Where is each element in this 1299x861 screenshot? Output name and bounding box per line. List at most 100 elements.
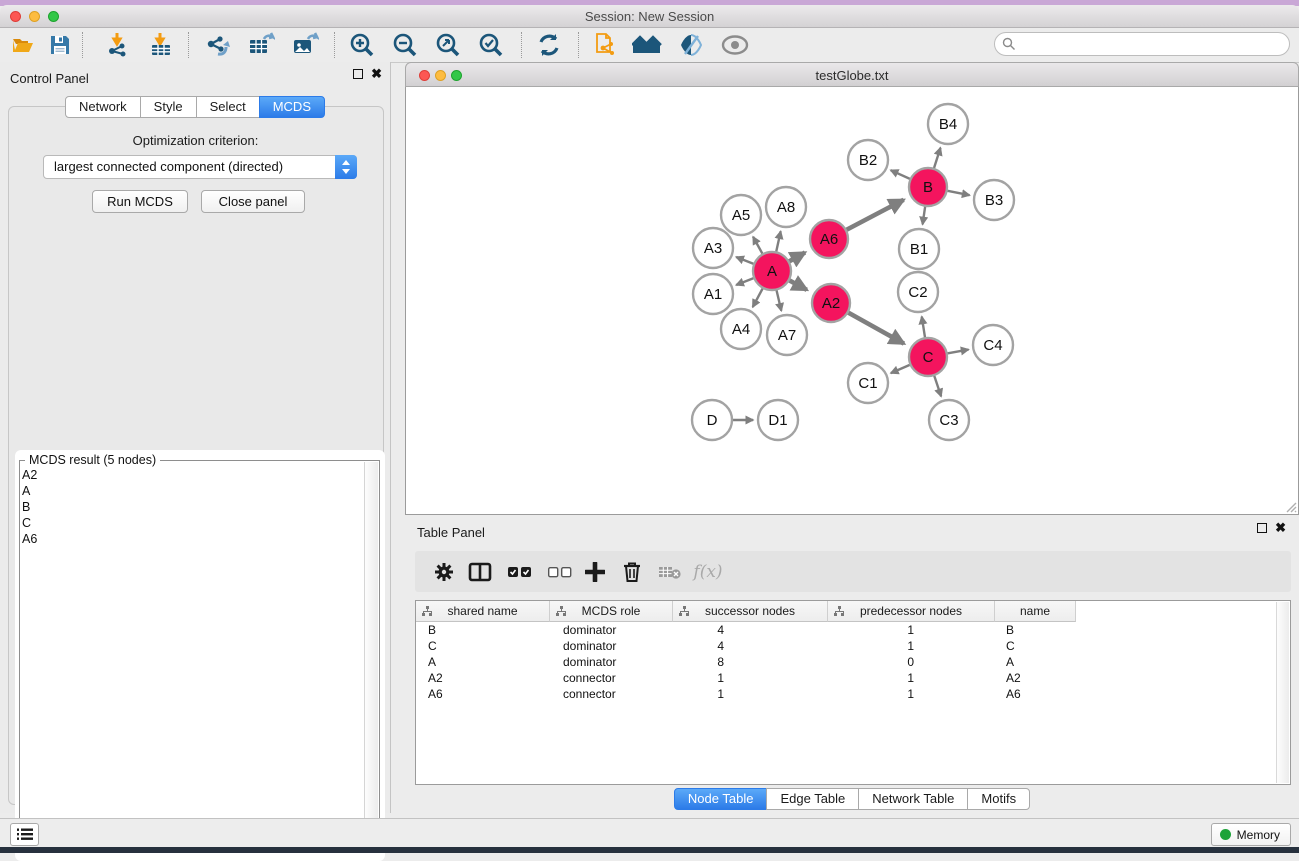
refresh-icon[interactable] bbox=[534, 30, 564, 60]
zoom-out-icon[interactable] bbox=[390, 30, 420, 60]
table-cell[interactable]: 1 bbox=[828, 622, 995, 638]
graph-edge-A-A3[interactable] bbox=[736, 257, 755, 264]
column-header-shared-name[interactable]: shared name bbox=[416, 601, 550, 622]
table-cell[interactable]: A6 bbox=[416, 686, 550, 702]
table-cell[interactable]: 1 bbox=[828, 670, 995, 686]
table-cell[interactable]: 0 bbox=[828, 654, 995, 670]
table-row[interactable]: Bdominator41B bbox=[416, 622, 1290, 638]
graph-edge-A6-B[interactable] bbox=[845, 200, 904, 231]
table-row[interactable]: Cdominator41C bbox=[416, 638, 1290, 654]
table-row[interactable]: A6connector11A6 bbox=[416, 686, 1290, 702]
table-scrollbar[interactable] bbox=[1276, 602, 1289, 783]
export-image-icon[interactable] bbox=[290, 30, 320, 60]
run-mcds-button[interactable]: Run MCDS bbox=[92, 190, 188, 213]
result-list-item[interactable]: A6 bbox=[22, 531, 37, 547]
add-column-icon[interactable] bbox=[580, 557, 610, 587]
memory-button[interactable]: Memory bbox=[1211, 823, 1291, 846]
table-cell[interactable]: dominator bbox=[550, 638, 673, 654]
table-cell[interactable]: B bbox=[416, 622, 550, 638]
table-cell[interactable]: C bbox=[416, 638, 550, 654]
graph-edge-A-A6[interactable] bbox=[788, 252, 805, 262]
result-list-item[interactable]: B bbox=[22, 499, 37, 515]
graph-edge-C-C3[interactable] bbox=[934, 374, 941, 396]
resize-grip-icon[interactable] bbox=[1285, 501, 1297, 513]
hide-panel-icon[interactable] bbox=[676, 30, 706, 60]
table-cell[interactable]: 1 bbox=[828, 638, 995, 654]
tab-mcds[interactable]: MCDS bbox=[259, 96, 325, 118]
tab-network[interactable]: Network bbox=[65, 96, 141, 118]
column-header-name[interactable]: name bbox=[995, 601, 1076, 622]
import-table-icon[interactable] bbox=[146, 30, 176, 60]
search-input[interactable] bbox=[1021, 34, 1285, 56]
table-row[interactable]: Adominator80A bbox=[416, 654, 1290, 670]
graph-edge-B-B1[interactable] bbox=[923, 205, 926, 225]
graph-edge-C-C1[interactable] bbox=[891, 364, 912, 373]
close-panel-icon[interactable]: ✖ bbox=[371, 69, 382, 79]
split-table-icon[interactable] bbox=[465, 557, 495, 587]
tab-network-table[interactable]: Network Table bbox=[858, 788, 968, 810]
graph-edge-A-A1[interactable] bbox=[736, 278, 755, 285]
graph-edge-A2-C[interactable] bbox=[847, 312, 904, 344]
table-cell[interactable]: 8 bbox=[673, 654, 828, 670]
table-cell[interactable]: A6 bbox=[995, 686, 1076, 702]
table-cell[interactable]: 1 bbox=[828, 686, 995, 702]
result-scrollbar[interactable] bbox=[364, 462, 378, 850]
show-eye-icon[interactable] bbox=[720, 30, 750, 60]
graph-edge-B-B2[interactable] bbox=[891, 170, 912, 179]
hide-all-columns-icon[interactable] bbox=[545, 557, 575, 587]
tab-select[interactable]: Select bbox=[196, 96, 260, 118]
table-cell[interactable]: 1 bbox=[673, 686, 828, 702]
table-cell[interactable]: A bbox=[416, 654, 550, 670]
table-cell[interactable]: dominator bbox=[550, 654, 673, 670]
table-cell[interactable]: 1 bbox=[673, 670, 828, 686]
tab-style[interactable]: Style bbox=[140, 96, 197, 118]
table-cell[interactable]: connector bbox=[550, 686, 673, 702]
export-network-icon[interactable] bbox=[203, 30, 233, 60]
result-list-item[interactable]: A2 bbox=[22, 467, 37, 483]
table-cell[interactable]: A2 bbox=[995, 670, 1076, 686]
table-cell[interactable]: connector bbox=[550, 670, 673, 686]
graph-edge-A-A8[interactable] bbox=[776, 231, 781, 253]
import-network-icon[interactable] bbox=[103, 30, 133, 60]
settings-gear-icon[interactable] bbox=[429, 557, 459, 587]
tab-edge-table[interactable]: Edge Table bbox=[766, 788, 859, 810]
tab-node-table[interactable]: Node Table bbox=[674, 788, 768, 810]
table-cell[interactable]: A2 bbox=[416, 670, 550, 686]
home-icon[interactable] bbox=[632, 30, 662, 60]
delete-columns-icon[interactable] bbox=[617, 557, 647, 587]
zoom-selected-icon[interactable] bbox=[476, 30, 506, 60]
float-panel-icon[interactable] bbox=[353, 69, 363, 79]
criterion-dropdown[interactable]: largest connected component (directed) bbox=[43, 155, 357, 179]
float-table-panel-icon[interactable] bbox=[1257, 523, 1267, 533]
graph-edge-A-A7[interactable] bbox=[776, 289, 781, 311]
network-graph[interactable]: AA1A2A3A4A5A6A7A8BB1B2B3B4CC1C2C3C4DD1 bbox=[406, 87, 1298, 513]
table-cell[interactable]: A bbox=[995, 654, 1076, 670]
graph-edge-B-B4[interactable] bbox=[933, 148, 940, 170]
table-cell[interactable]: dominator bbox=[550, 622, 673, 638]
graph-edge-A-A4[interactable] bbox=[753, 287, 764, 307]
show-all-columns-icon[interactable] bbox=[505, 557, 535, 587]
open-session-icon[interactable] bbox=[8, 30, 38, 60]
tab-motifs[interactable]: Motifs bbox=[967, 788, 1030, 810]
zoom-fit-icon[interactable] bbox=[433, 30, 463, 60]
export-table-icon[interactable] bbox=[246, 30, 276, 60]
column-header-predecessor-nodes[interactable]: predecessor nodes bbox=[828, 601, 995, 622]
graph-edge-A-A5[interactable] bbox=[753, 237, 763, 255]
table-cell[interactable]: 4 bbox=[673, 638, 828, 654]
result-list-item[interactable]: C bbox=[22, 515, 37, 531]
result-list-item[interactable]: A bbox=[22, 483, 37, 499]
table-row[interactable]: A2connector11A2 bbox=[416, 670, 1290, 686]
network-from-file-icon[interactable] bbox=[592, 30, 622, 60]
column-header-successor-nodes[interactable]: successor nodes bbox=[673, 601, 828, 622]
column-header-MCDS-role[interactable]: MCDS role bbox=[550, 601, 673, 622]
table-cell[interactable]: B bbox=[995, 622, 1076, 638]
task-history-button[interactable] bbox=[10, 823, 39, 846]
zoom-in-icon[interactable] bbox=[347, 30, 377, 60]
table-cell[interactable]: 4 bbox=[673, 622, 828, 638]
network-canvas[interactable]: AA1A2A3A4A5A6A7A8BB1B2B3B4CC1C2C3C4DD1 bbox=[405, 87, 1299, 515]
graph-edge-B-B3[interactable] bbox=[946, 190, 970, 195]
close-table-panel-icon[interactable]: ✖ bbox=[1275, 523, 1286, 533]
close-panel-button[interactable]: Close panel bbox=[201, 190, 305, 213]
table-cell[interactable]: C bbox=[995, 638, 1076, 654]
graph-edge-C-C4[interactable] bbox=[946, 350, 969, 354]
